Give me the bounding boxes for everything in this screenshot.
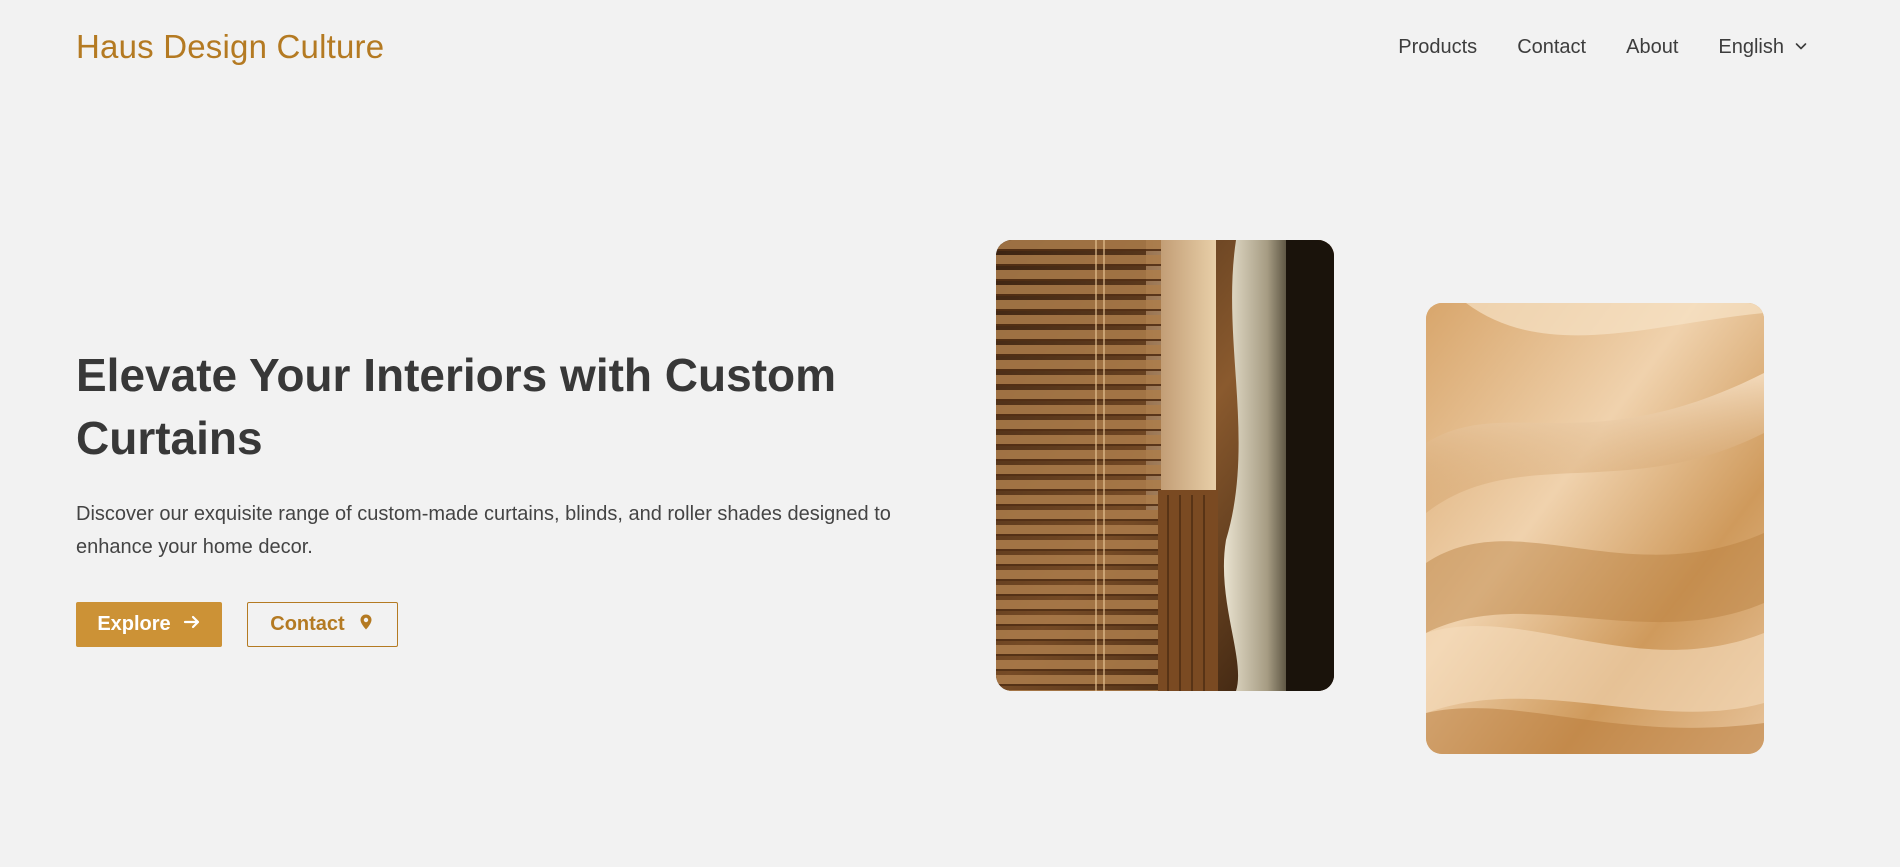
arrow-right-icon — [183, 613, 201, 637]
hero-title: Elevate Your Interiors with Custom Curta… — [76, 349, 837, 464]
explore-button[interactable]: Explore — [76, 602, 222, 647]
explore-button-label: Explore — [97, 613, 171, 635]
contact-button-label: Contact — [270, 613, 345, 635]
main-nav: Products Contact About English — [1398, 36, 1808, 59]
site-logo[interactable]: Haus Design Culture — [76, 28, 384, 66]
page: Haus Design Culture Products Contact Abo… — [0, 0, 1900, 867]
chevron-down-icon — [1794, 36, 1808, 59]
silk-fabric-image — [1426, 303, 1764, 754]
hero-description: Discover our exquisite range of custom-m… — [76, 503, 891, 558]
language-label: English — [1718, 36, 1784, 58]
nav-contact[interactable]: Contact — [1517, 36, 1586, 59]
language-selector[interactable]: English — [1718, 36, 1808, 59]
nav-products[interactable]: Products — [1398, 36, 1477, 59]
blinds-image — [996, 240, 1334, 691]
nav-about[interactable]: About — [1626, 36, 1678, 59]
contact-button[interactable]: Contact — [247, 602, 398, 647]
map-pin-icon — [357, 613, 375, 637]
